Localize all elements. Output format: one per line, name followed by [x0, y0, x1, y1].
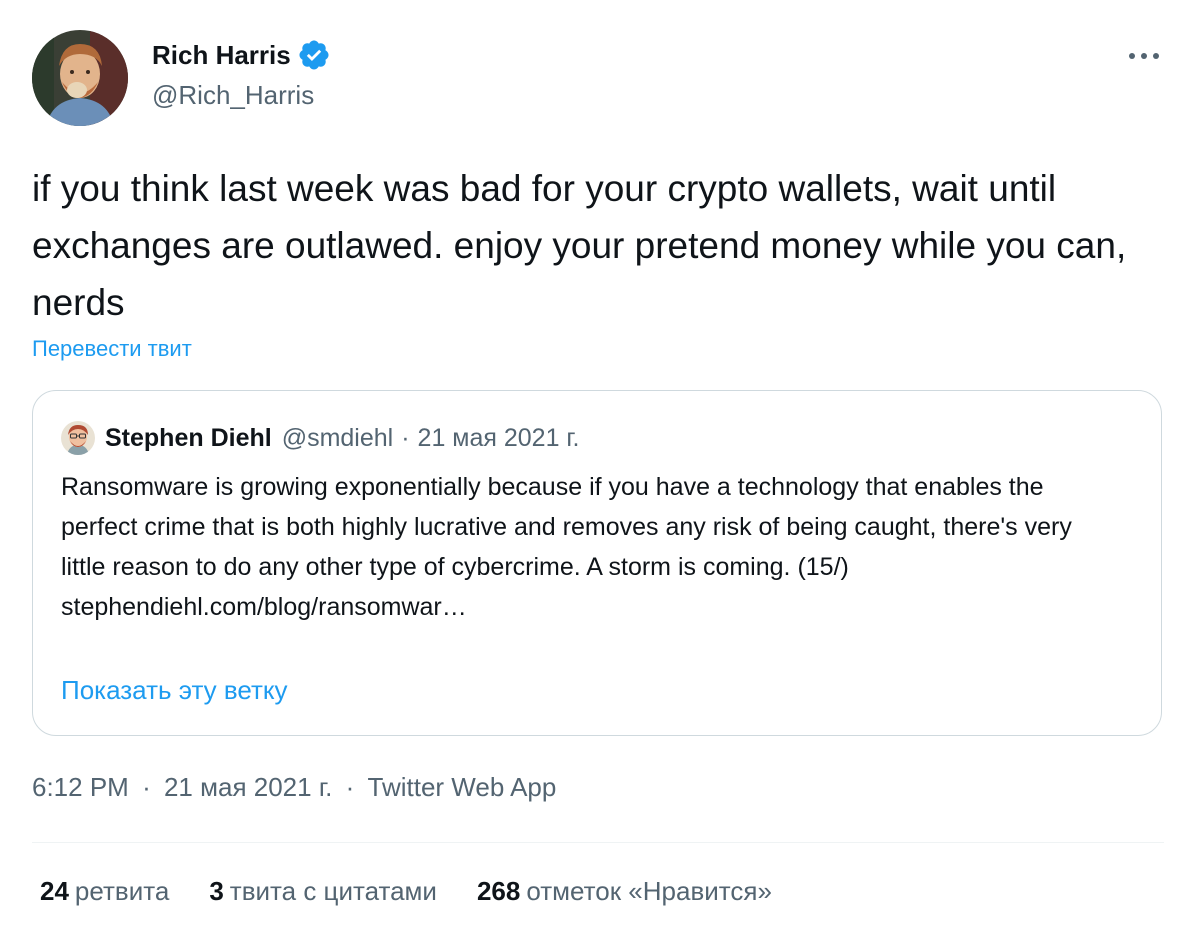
tweet-meta: 6:12 PM · 21 мая 2021 г. · Twitter Web A…: [32, 772, 556, 803]
tweet-text: if you think last week was bad for your …: [32, 168, 1127, 323]
tweet: Rich Harris @Rich_Harris if you think la…: [0, 0, 1194, 948]
more-dots-icon: [1129, 53, 1159, 59]
meta-separator: ·: [345, 772, 355, 802]
quote-tweets-count: 3: [209, 876, 224, 906]
likes-count: 268: [476, 876, 521, 906]
author-handle[interactable]: @Rich_Harris: [152, 80, 314, 111]
quoted-tweet-link[interactable]: stephendiehl.com/blog/ransomwar…: [61, 587, 1121, 627]
more-options-button[interactable]: [1124, 40, 1164, 72]
show-thread-link[interactable]: Показать эту ветку: [61, 675, 288, 706]
retweets-label: ретвита: [74, 876, 170, 906]
quoted-tweet-text: Ransomware is growing exponentially beca…: [61, 467, 1121, 627]
verified-badge-icon: [297, 38, 331, 72]
retweets-count: 24: [40, 876, 69, 906]
quoted-tweet-body: Ransomware is growing exponentially beca…: [61, 473, 1072, 581]
quoted-author-handle[interactable]: @smdiehl: [282, 424, 394, 453]
translate-tweet-link[interactable]: Перевести твит: [32, 336, 192, 362]
quoted-author-avatar[interactable]: [61, 421, 95, 455]
likes-label: отметок «Нравится»: [526, 876, 772, 906]
user-avatar-photo-icon: [32, 30, 128, 126]
author-display-name[interactable]: Rich Harris: [152, 40, 291, 71]
quoted-tweet-date[interactable]: 21 мая 2021 г.: [418, 424, 580, 453]
likes-stat[interactable]: 268 отметок «Нравится»: [477, 876, 772, 907]
author-name-row[interactable]: Rich Harris: [152, 38, 331, 72]
quote-tweets-stat[interactable]: 3 твита с цитатами: [209, 876, 437, 907]
meta-separator: ·: [142, 772, 151, 802]
tweet-time[interactable]: 6:12 PM: [32, 772, 129, 802]
retweets-stat[interactable]: 24 ретвита: [40, 876, 169, 907]
cartoon-avatar-icon: [61, 421, 95, 455]
divider: [32, 842, 1164, 843]
tweet-date[interactable]: 21 мая 2021 г.: [164, 772, 332, 802]
quote-tweets-label: твита с цитатами: [229, 876, 437, 906]
engagement-stats: 24 ретвита 3 твита с цитатами 268 отметок «…: [40, 876, 772, 907]
quoted-tweet-card[interactable]: Stephen Diehl @smdiehl · 21 мая 2021 г. …: [32, 390, 1162, 736]
quoted-author-name[interactable]: Stephen Diehl: [105, 424, 272, 453]
quoted-tweet-header: Stephen Diehl @smdiehl · 21 мая 2021 г.: [61, 421, 579, 455]
tweet-source[interactable]: Twitter Web App: [368, 772, 557, 802]
author-avatar[interactable]: [32, 30, 128, 126]
quoted-separator: ·: [401, 423, 410, 452]
